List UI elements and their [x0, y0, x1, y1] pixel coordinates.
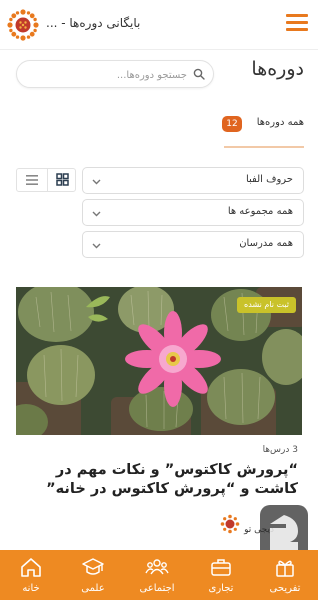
search-box [16, 60, 214, 88]
nav-item-social[interactable]: اجتماعی [126, 550, 188, 600]
grid-view-button[interactable] [47, 169, 76, 191]
bottom-navigation: خانه علمی اجتماعی تجاری تفریحی [0, 550, 318, 600]
sunflower-logo[interactable] [6, 8, 40, 42]
nav-label-home: خانه [22, 583, 40, 594]
sort-select-value: حروف الفبا [245, 174, 293, 185]
teacher-select[interactable]: همه مدرسان [82, 231, 304, 258]
chevron-down-icon [92, 211, 101, 217]
collection-select[interactable]: همه مجموعه ها [82, 199, 304, 226]
gift-icon [276, 560, 294, 577]
course-count-badge: 12 [222, 116, 242, 132]
hamburger-icon [286, 14, 308, 17]
search-input[interactable] [27, 65, 187, 85]
people-icon [145, 559, 169, 575]
collection-select-value: همه مجموعه ها [227, 206, 293, 217]
home-icon [21, 558, 41, 577]
search-icon[interactable] [193, 68, 205, 80]
graduation-cap-icon [82, 558, 104, 575]
avatar [220, 514, 240, 534]
list-view-button[interactable] [17, 169, 47, 191]
chevron-down-icon [92, 179, 101, 185]
tab-underline [224, 146, 304, 148]
nav-item-recreation[interactable]: تفریحی [254, 550, 316, 600]
course-image[interactable]: ثبت نام نشده [16, 287, 302, 435]
nav-label-scientific: علمی [81, 583, 105, 594]
nav-item-home[interactable]: خانه [0, 550, 62, 600]
nav-label-social: اجتماعی [139, 583, 175, 594]
all-courses-tab[interactable]: همه دوره‌ها 12 [184, 115, 304, 135]
lesson-count: 3 درس‌ها [262, 445, 298, 455]
briefcase-icon [211, 559, 231, 576]
grid-icon [56, 173, 69, 186]
nav-item-scientific[interactable]: علمی [62, 550, 124, 600]
nav-item-business[interactable]: تجاری [190, 550, 252, 600]
view-toggle [16, 168, 76, 192]
site-title: بایگانی دوره‌ها - ... [46, 16, 141, 30]
app-header: بایگانی دوره‌ها - ... [0, 0, 318, 50]
all-courses-label: همه دوره‌ها [256, 117, 304, 128]
enrollment-status-badge: ثبت نام نشده [237, 297, 296, 313]
list-icon [26, 175, 38, 185]
page-title: دوره‌ها [251, 58, 304, 80]
chevron-down-icon [92, 243, 101, 249]
course-title[interactable]: “پرورش کاکتوس” و نکات مهم در کاشت و “پرو… [16, 461, 298, 499]
sort-select[interactable]: حروف الفبا [82, 167, 304, 194]
nav-label-business: تجاری [208, 583, 234, 594]
nav-label-recreation: تفریحی [269, 583, 301, 594]
teacher-select-value: همه مدرسان [239, 238, 293, 249]
hamburger-menu-button[interactable] [286, 14, 308, 32]
